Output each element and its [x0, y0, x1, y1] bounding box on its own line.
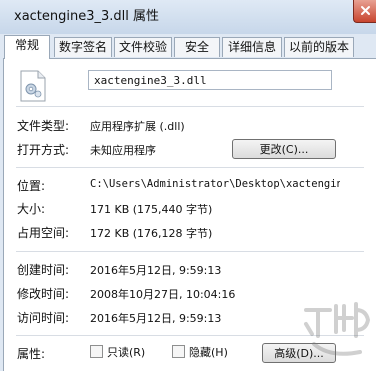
hidden-checkbox[interactable]: 隐藏(H) — [172, 345, 228, 361]
file-name-field[interactable]: xactengine3_3.dll — [88, 70, 332, 90]
location-value: C:\Users\Administrator\Desktop\xactengin… — [90, 178, 340, 190]
size-on-disk-label: 占用空间: — [17, 226, 70, 240]
window-title: xactengine3_3.dll 属性 — [14, 9, 160, 24]
title-bar: xactengine3_3.dll 属性 — [0, 0, 376, 34]
location-label: 位置: — [17, 179, 46, 193]
divider — [16, 106, 364, 107]
modified-value: 2008年10月27日, 10:04:16 — [90, 288, 236, 301]
accessed-label: 访问时间: — [17, 311, 70, 325]
close-button[interactable] — [353, 0, 376, 23]
hidden-label: 隐藏(H) — [189, 346, 228, 359]
tab-details[interactable]: 详细信息 — [222, 37, 282, 57]
size-value: 171 KB (175,440 字节) — [90, 203, 213, 216]
dll-file-icon — [20, 70, 46, 102]
tab-strip: 常规 数字签名 文件校验 安全 详细信息 以前的版本 — [0, 35, 376, 59]
open-with-value: 未知应用程序 — [90, 144, 156, 157]
readonly-checkbox[interactable]: 只读(R) — [90, 345, 145, 361]
tab-file-checksum[interactable]: 文件校验 — [114, 37, 172, 57]
size-on-disk-value: 172 KB (176,128 字节) — [90, 227, 213, 240]
file-type-value: 应用程序扩展 (.dll) — [90, 120, 185, 133]
readonly-checkbox-box[interactable] — [90, 345, 103, 358]
modified-label: 修改时间: — [17, 287, 70, 301]
watermark-logo — [304, 302, 371, 356]
properties-dialog: xactengine3_3.dll 属性 常规 数字签名 文件校验 安全 详细信… — [0, 0, 376, 371]
tab-security[interactable]: 安全 — [174, 37, 220, 57]
created-value: 2016年5月12日, 9:59:13 — [90, 264, 222, 277]
size-label: 大小: — [17, 202, 46, 216]
tab-previous-versions[interactable]: 以前的版本 — [284, 37, 354, 57]
tab-general[interactable]: 常规 — [4, 35, 50, 59]
accessed-value: 2016年5月12日, 9:59:13 — [90, 312, 222, 325]
divider — [16, 167, 364, 168]
close-icon — [361, 6, 370, 15]
change-button[interactable]: 更改(C)... — [232, 139, 336, 159]
hidden-checkbox-box[interactable] — [172, 345, 185, 358]
divider — [16, 251, 364, 252]
created-label: 创建时间: — [17, 263, 70, 277]
readonly-label: 只读(R) — [107, 346, 146, 359]
open-with-label: 打开方式: — [17, 143, 70, 157]
attributes-label: 属性: — [17, 347, 46, 361]
tab-digital-signature[interactable]: 数字签名 — [54, 37, 112, 57]
file-type-label: 文件类型: — [17, 119, 70, 133]
